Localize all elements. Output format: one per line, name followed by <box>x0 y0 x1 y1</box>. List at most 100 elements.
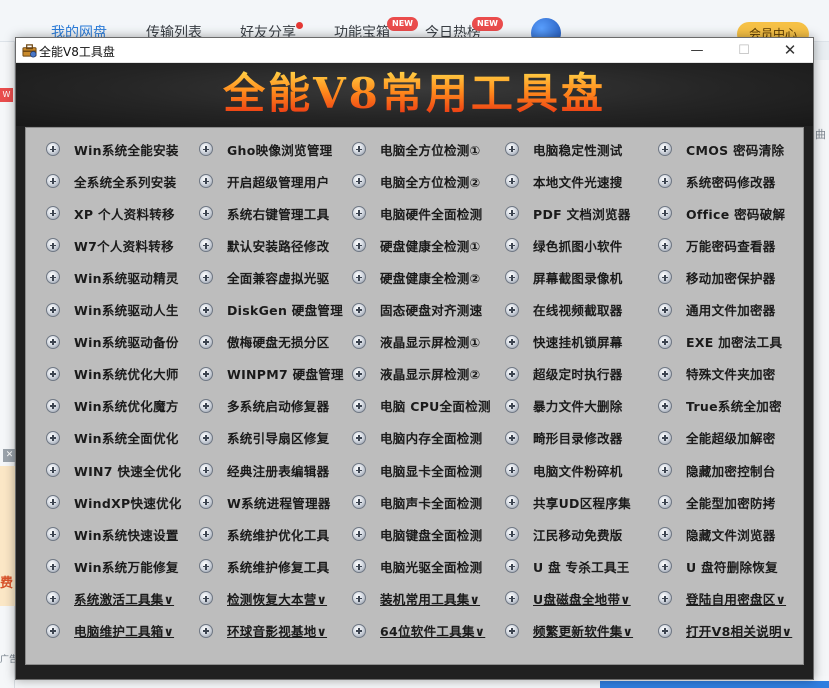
tool-item[interactable]: 电脑内存全面检测 <box>352 426 482 450</box>
tool-item[interactable]: 系统右键管理工具 <box>199 201 329 225</box>
tool-item[interactable]: Win系统驱动备份 <box>46 330 179 354</box>
tool-item[interactable]: 江民移动免费版 <box>505 522 623 546</box>
maximize-button[interactable]: ☐ <box>721 38 767 63</box>
tool-item[interactable]: U 盘 专杀工具王 <box>505 554 630 578</box>
tool-item[interactable]: W系统进程管理器 <box>199 490 331 514</box>
plus-circle-icon <box>199 463 213 477</box>
tool-item[interactable]: 屏幕截图录像机 <box>505 265 623 289</box>
tool-item[interactable]: W7个人资料转移 <box>46 233 174 257</box>
tool-item[interactable]: 电脑光驱全面检测 <box>352 554 482 578</box>
tool-item[interactable]: 电脑键盘全面检测 <box>352 522 482 546</box>
tool-item[interactable]: WIN7 快速全优化 <box>46 458 181 482</box>
tool-item[interactable]: 系统密码修改器 <box>658 169 776 193</box>
tool-item[interactable]: WindXP快速优化 <box>46 490 182 514</box>
tool-item[interactable]: 全系统全系列安装 <box>46 169 176 193</box>
tool-item[interactable]: 电脑全方位检测② <box>352 169 480 193</box>
tool-item[interactable]: 装机常用工具集∨ <box>352 586 480 610</box>
tool-item[interactable]: Win系统全面优化 <box>46 426 179 450</box>
tool-item[interactable]: 全能型加密防拷 <box>658 490 776 514</box>
tool-item-label: 隐藏加密控制台 <box>686 463 776 479</box>
tool-item[interactable]: CMOS 密码清除 <box>658 137 784 161</box>
tool-item[interactable]: 检测恢复大本营∨ <box>199 586 327 610</box>
plus-circle-icon <box>46 174 60 189</box>
tool-item[interactable]: 在线视频截取器 <box>505 298 623 322</box>
window-titlebar[interactable]: 全能V8工具盘 — ☐ ✕ <box>16 38 813 63</box>
tool-item[interactable]: 固态硬盘对齐测速 <box>352 298 482 322</box>
tool-item-label: 移动加密保护器 <box>686 270 776 286</box>
plus-circle-icon <box>352 142 366 156</box>
tool-item[interactable]: Win系统优化魔方 <box>46 394 179 418</box>
tool-item[interactable]: 畸形目录修改器 <box>505 426 623 450</box>
tool-item[interactable]: 电脑显卡全面检测 <box>352 458 482 482</box>
tool-item[interactable]: 特殊文件夹加密 <box>658 362 776 386</box>
tool-item[interactable]: 经典注册表编辑器 <box>199 458 329 482</box>
tool-item[interactable]: U 盘符删除恢复 <box>658 554 778 578</box>
tool-item[interactable]: PDF 文档浏览器 <box>505 201 631 225</box>
tool-item[interactable]: 频繁更新软件集∨ <box>505 619 633 643</box>
tool-grid: Win系统全能安装 全系统全系列安装 XP 个人资料转移 W7个人资料转移 Win系统驱… <box>25 127 804 665</box>
tool-item[interactable]: 电脑 CPU全面检测 <box>352 394 491 418</box>
tool-item-label: 全能超级加解密 <box>686 431 776 447</box>
tool-item[interactable]: 电脑全方位检测① <box>352 137 480 161</box>
tool-item[interactable]: WINPM7 硬盘管理 <box>199 362 344 386</box>
tool-item[interactable]: 全面兼容虚拟光驱 <box>199 265 329 289</box>
tool-item[interactable]: 电脑稳定性测试 <box>505 137 623 161</box>
plus-circle-icon <box>352 270 366 285</box>
tool-item[interactable]: Win系统驱动人生 <box>46 298 179 322</box>
tool-item[interactable]: XP 个人资料转移 <box>46 201 175 225</box>
tool-item[interactable]: 多系统启动修复器 <box>199 394 329 418</box>
tool-item[interactable]: 全能超级加解密 <box>658 426 776 450</box>
tool-item[interactable]: 系统维护优化工具 <box>199 522 329 546</box>
tool-item[interactable]: 开启超级管理用户 <box>199 169 329 193</box>
tool-item[interactable]: U盘磁盘全地带∨ <box>505 586 631 610</box>
minimize-button[interactable]: — <box>674 38 720 63</box>
tool-item[interactable]: 电脑文件粉碎机 <box>505 458 623 482</box>
tool-item[interactable]: 环球音影视基地∨ <box>199 619 327 643</box>
tool-item[interactable]: 电脑声卡全面检测 <box>352 490 482 514</box>
close-button[interactable]: ✕ <box>767 38 813 63</box>
tool-item[interactable]: Gho映像浏览管理 <box>199 137 332 161</box>
tool-item[interactable]: 系统维护修复工具 <box>199 554 329 578</box>
tool-item[interactable]: 液晶显示屏检测① <box>352 330 480 354</box>
tool-item-label: 系统维护修复工具 <box>227 559 330 575</box>
tool-item[interactable]: 本地文件光速搜 <box>505 169 623 193</box>
tool-item[interactable]: 硬盘健康全检测② <box>352 265 480 289</box>
plus-circle-icon <box>352 430 366 445</box>
tool-item[interactable]: 登陆自用密盘区∨ <box>658 586 786 610</box>
tool-item-label: 万能密码查看器 <box>686 238 776 254</box>
tool-item[interactable]: 硬盘健康全检测① <box>352 233 480 257</box>
tool-item[interactable]: 共享UD区程序集 <box>505 490 631 514</box>
tool-item[interactable]: 电脑硬件全面检测 <box>352 201 482 225</box>
tool-item[interactable]: EXE 加密法工具 <box>658 330 782 354</box>
tool-item[interactable]: 移动加密保护器 <box>658 265 776 289</box>
tool-item[interactable]: Win系统快速设置 <box>46 522 179 546</box>
tool-item[interactable]: 万能密码查看器 <box>658 233 776 257</box>
plus-circle-icon <box>658 495 672 510</box>
tool-item[interactable]: True系统全加密 <box>658 394 782 418</box>
tool-item[interactable]: 绿色抓图小软件 <box>505 233 623 257</box>
tool-item[interactable]: 系统激活工具集∨ <box>46 586 174 610</box>
tool-item[interactable]: 液晶显示屏检测② <box>352 362 480 386</box>
tool-item[interactable]: 超级定时执行器 <box>505 362 623 386</box>
tool-item-label: 装机常用工具集∨ <box>380 591 481 607</box>
plus-circle-icon <box>46 142 60 156</box>
tool-item[interactable]: 打开V8相关说明∨ <box>658 619 792 643</box>
tool-item-label: Win系统优化大师 <box>74 367 179 383</box>
tool-item[interactable]: 隐藏文件浏览器 <box>658 522 776 546</box>
tool-item[interactable]: Office 密码破解 <box>658 201 785 225</box>
tool-item[interactable]: 隐藏加密控制台 <box>658 458 776 482</box>
tool-item[interactable]: Win系统万能修复 <box>46 554 179 578</box>
tool-item-label: U 盘符删除恢复 <box>686 559 778 575</box>
tool-item[interactable]: 通用文件加密器 <box>658 298 776 322</box>
tool-item[interactable]: DiskGen 硬盘管理 <box>199 298 343 322</box>
tool-item[interactable]: 64位软件工具集∨ <box>352 619 485 643</box>
tool-item[interactable]: 默认安装路径修改 <box>199 233 329 257</box>
tool-item[interactable]: 傲梅硬盘无损分区 <box>199 330 329 354</box>
tool-item[interactable]: 电脑维护工具箱∨ <box>46 619 174 643</box>
tool-item[interactable]: Win系统全能安装 <box>46 137 179 161</box>
tool-item[interactable]: 系统引导扇区修复 <box>199 426 329 450</box>
tool-item[interactable]: Win系统优化大师 <box>46 362 179 386</box>
tool-item[interactable]: 快速挂机锁屏幕 <box>505 330 623 354</box>
tool-item[interactable]: 暴力文件大删除 <box>505 394 623 418</box>
tool-item[interactable]: Win系统驱动精灵 <box>46 265 179 289</box>
